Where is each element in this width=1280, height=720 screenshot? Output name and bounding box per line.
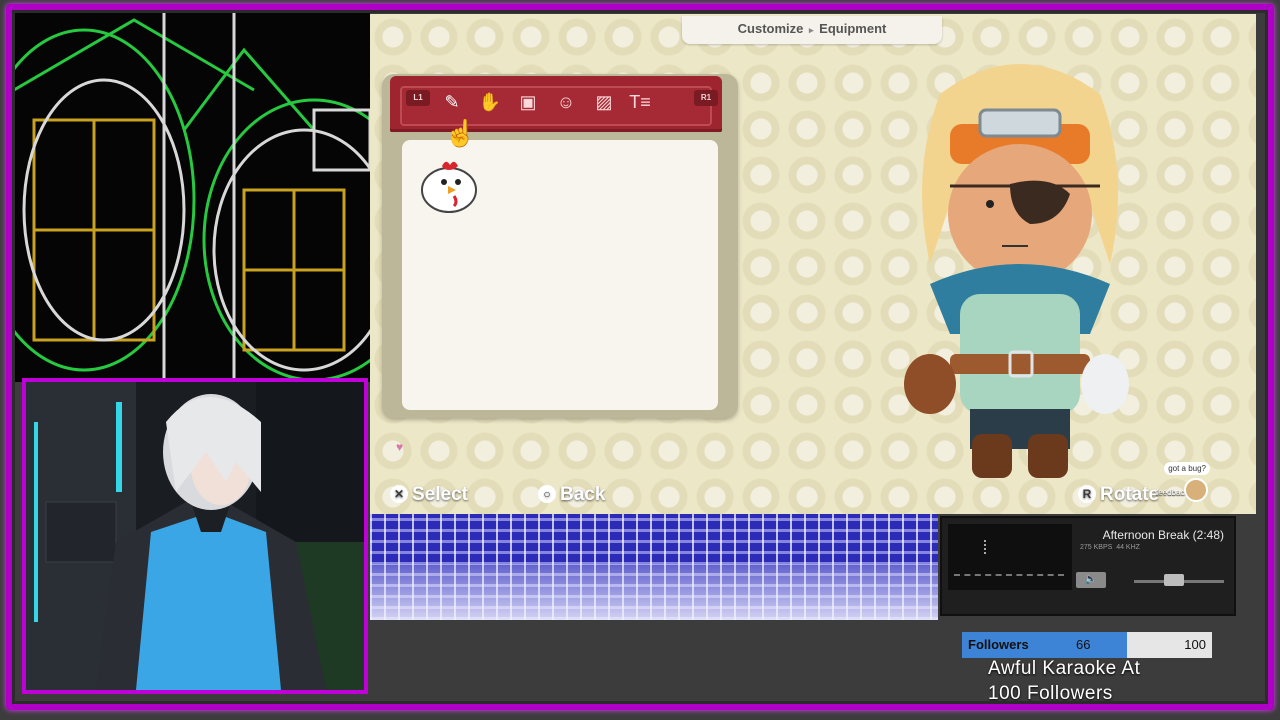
track-title: Afternoon Break (2:48) [1102,528,1224,542]
volume-slider-knob[interactable] [1164,574,1184,586]
goal-message: Awful Karaoke At 100 Followers [988,656,1140,706]
goal-message-line1: Awful Karaoke At [988,658,1141,679]
rotate-label: Rotate [1100,484,1160,505]
scan-fog [370,564,938,620]
player-visualizer [948,524,1072,590]
bug-bubble: got a bug? [1164,462,1210,475]
player-seek-dots [954,574,1064,576]
breadcrumb: Customize ▸ Equipment [682,16,942,44]
portrait-icon[interactable]: ▣ [514,88,542,116]
circle-button-icon: ○ [538,485,556,503]
music-player: Afternoon Break (2:48) 275 KBPS 44 KHZ 🔈 [940,516,1236,616]
back-label: Back [560,484,606,505]
pointer-hand-icon: ☝ [444,118,477,148]
volume-icon[interactable]: 🔈 [1076,572,1106,588]
item-grid [402,140,718,410]
cross-button-icon: ✕ [390,485,408,503]
visualizer-bar [984,540,986,554]
select-prompt[interactable]: ✕ Select [390,484,468,506]
bug-mascot-icon [1184,478,1208,502]
l1-button[interactable]: L1 [406,90,430,106]
follower-goal-current: 66 [1076,637,1091,652]
text-icon[interactable]: T≡ [626,88,654,116]
character-model[interactable] [890,54,1150,484]
r-stick-icon: R [1078,485,1096,503]
breadcrumb-customize: Customize [737,21,804,36]
feedback-widget[interactable]: got a bug? feedback [1152,462,1232,508]
follower-goal-bar: Followers 66 100 [962,632,1212,658]
r1-button[interactable]: R1 [694,90,718,106]
image-icon[interactable]: ▨ [590,88,618,116]
wireframe-graphic [14,10,370,382]
breadcrumb-separator-icon: ▸ [809,25,814,35]
face-icon[interactable]: ☺ [552,88,580,116]
select-label: Select [412,484,468,505]
equipment-panel: L1 ✎ ✋ ▣ ☺ ▨ T≡ R1 [382,74,738,418]
follower-goal-label: Followers [968,637,1029,652]
heart-icon: ♥ [396,440,404,454]
rotate-prompt[interactable]: R Rotate [1078,484,1159,506]
goal-message-line2: 100 Followers [988,683,1113,704]
category-tab-bar: L1 ✎ ✋ ▣ ☺ ▨ T≡ R1 [390,76,722,132]
track-bitrate: 275 KBPS [1080,544,1113,551]
track-samplerate: 44 KHZ [1116,544,1140,551]
follower-goal-target: 100 [1184,637,1206,652]
back-prompt[interactable]: ○ Back [538,484,605,506]
game-view: Customize ▸ Equipment L1 ✎ ✋ ▣ ☺ ▨ T≡ R1 [370,14,1256,514]
track-meta: 275 KBPS 44 KHZ [1080,544,1140,551]
hand-wave-icon[interactable]: ✋ [476,88,504,116]
wireframe-visual [14,10,370,382]
scanline-visual [370,514,938,620]
avatar-illustration [26,382,364,690]
breadcrumb-equipment: Equipment [819,21,887,36]
item-slot-chicken[interactable] [420,156,478,214]
chicken-icon [421,161,477,213]
spray-paint-icon[interactable]: ✎ [438,88,466,116]
avatar-camera [22,378,368,694]
